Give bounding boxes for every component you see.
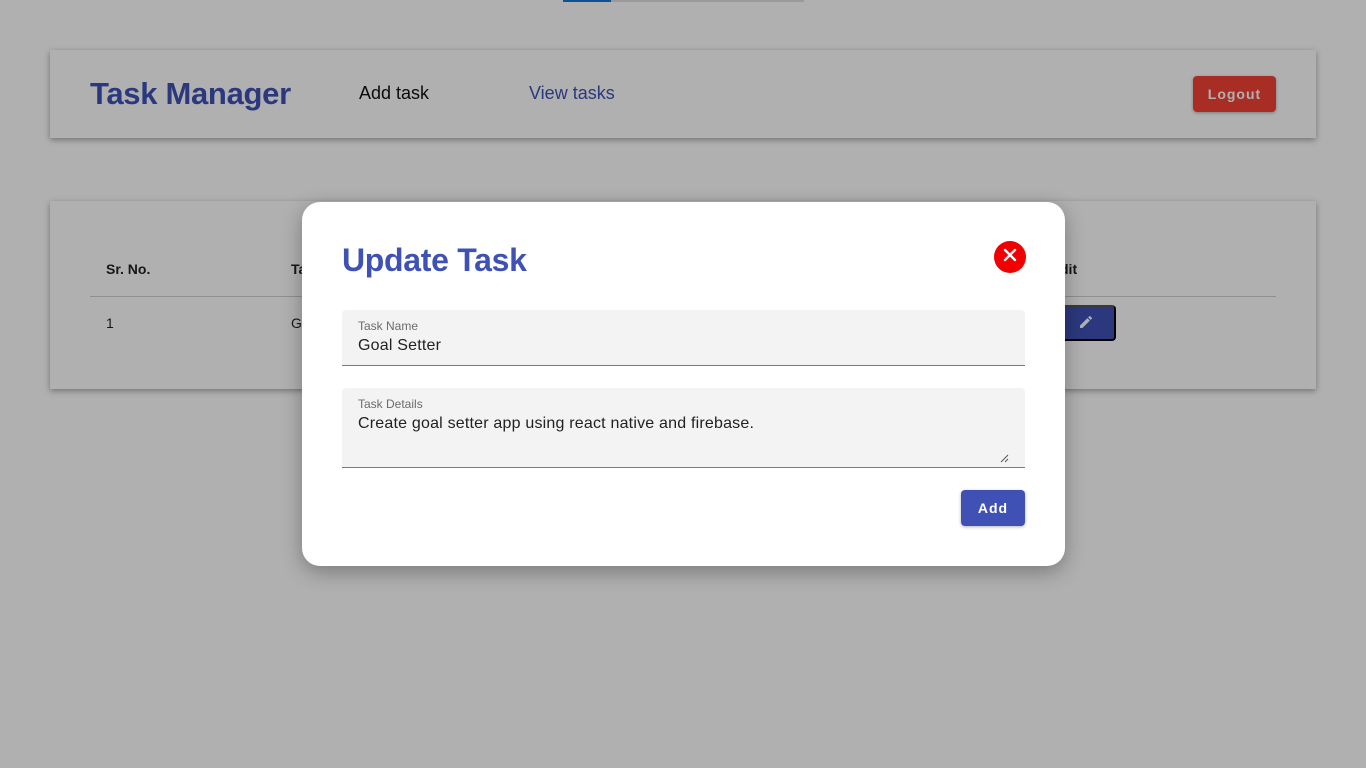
task-details-textarea[interactable]: Create goal setter app using react nativ… <box>358 415 754 433</box>
dialog-title: Update Task <box>342 242 527 278</box>
task-details-field[interactable]: Task Details Create goal setter app usin… <box>342 388 1025 468</box>
task-name-input[interactable]: Goal Setter <box>358 337 441 355</box>
add-button[interactable]: Add <box>961 490 1025 526</box>
resize-handle-icon[interactable] <box>1000 450 1009 463</box>
close-icon <box>1003 248 1017 267</box>
page: Task Manager Add task View tasks Logout … <box>0 0 1366 768</box>
task-details-label: Task Details <box>358 397 423 411</box>
close-button[interactable] <box>994 241 1026 273</box>
update-task-dialog: Update Task Task Name Goal Setter Task D… <box>302 202 1065 566</box>
task-name-label: Task Name <box>358 319 419 333</box>
task-name-field[interactable]: Task Name Goal Setter <box>342 310 1025 366</box>
